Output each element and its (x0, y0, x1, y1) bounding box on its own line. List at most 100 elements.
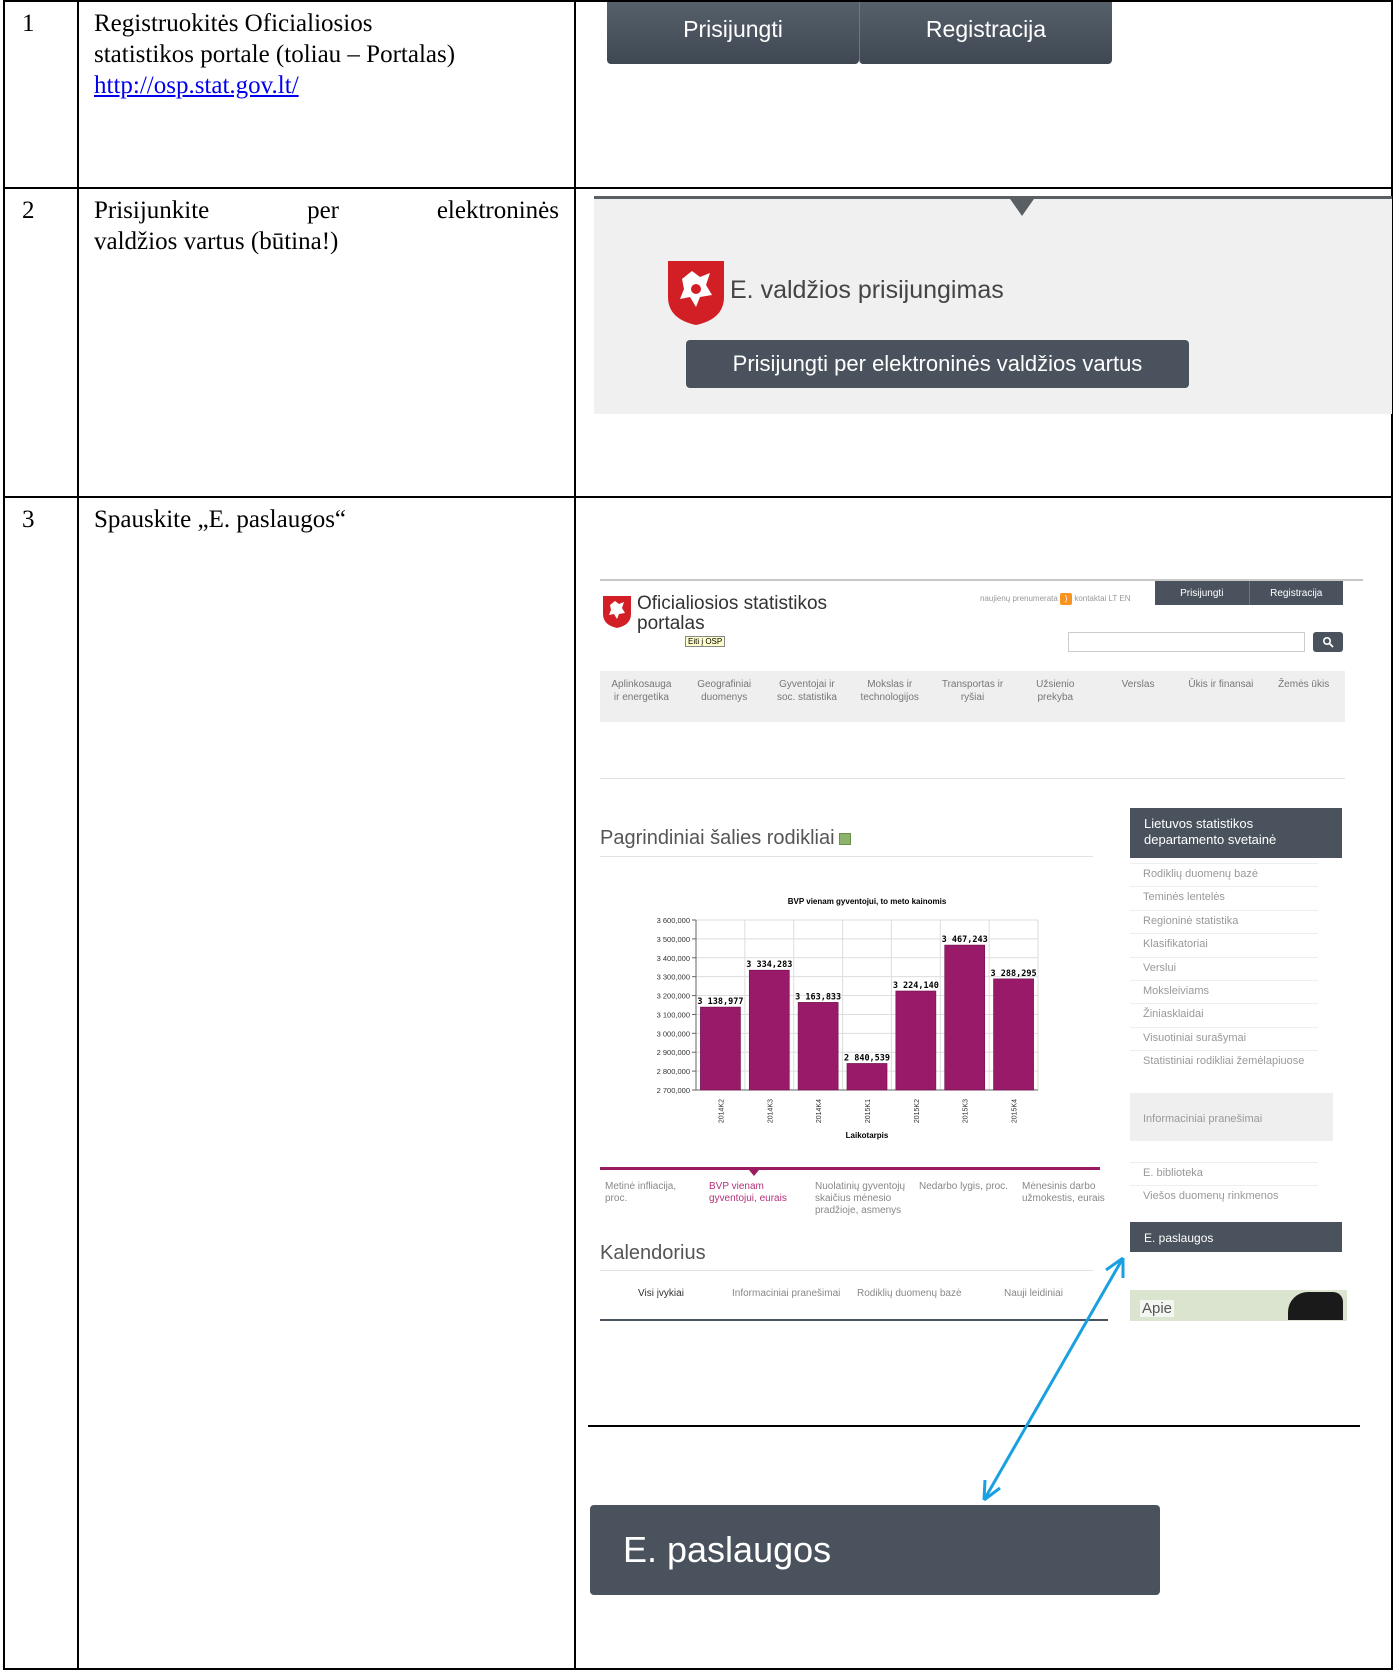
table-column-divider (77, 0, 79, 1670)
sidebar-item[interactable]: Rodiklių duomenų bazė (1143, 868, 1258, 880)
gdp-bar-chart: BVP vienam gyventojui, to meto kainomis 2… (657, 897, 1039, 1140)
nav-item[interactable]: Geografiniai duomenys (683, 671, 766, 722)
sidebar-item-releases[interactable]: Informaciniai pranešimai (1143, 1113, 1262, 1125)
e-services-button[interactable]: E. paslaugos (1130, 1222, 1342, 1252)
portal-link[interactable]: http://osp.stat.gov.lt/ (94, 72, 299, 99)
x-tick-label: 2015K4 (1012, 1099, 1019, 1123)
bar (700, 1006, 741, 1091)
bar (895, 990, 937, 1091)
rss-icon[interactable]: ) (1060, 593, 1073, 605)
y-tick-label: 3 300,000 (657, 973, 690, 982)
step-description: Spauskite „E. paslaugos“ (94, 506, 347, 533)
tab-gdp[interactable]: BVP vienam gyventojui, eurais (709, 1181, 787, 1205)
login-button[interactable]: Prisijungti (1155, 581, 1249, 605)
tabs-underline (600, 1167, 1100, 1170)
sidebar-item[interactable]: Regioninė statistika (1143, 915, 1238, 927)
tab-population[interactable]: Nuolatinių gyventojų skaičius mėnesio prad… (815, 1181, 905, 1217)
portal-title[interactable]: Oficialiosios statistikos portalas (637, 594, 827, 634)
divider (1130, 933, 1318, 935)
x-tick-label: 2014K3 (767, 1099, 774, 1123)
y-tick-label: 3 000,000 (657, 1029, 690, 1038)
divider (600, 1270, 1093, 1271)
search-icon (1322, 636, 1334, 648)
login-button[interactable]: Prisijungti (607, 2, 859, 64)
portal-auth-buttons: Prisijungti Registracija (1155, 581, 1343, 605)
register-button[interactable]: Registracija (859, 2, 1112, 64)
nav-item[interactable]: Gyventojai ir soc. statistika (766, 671, 849, 722)
nav-item[interactable]: Verslas (1097, 671, 1180, 722)
table-border-left (3, 0, 5, 1670)
separator-line (588, 1425, 1360, 1427)
x-tick-label: 2015K1 (865, 1099, 872, 1123)
data-label: 2 840,539 (844, 1053, 890, 1063)
divider (1130, 863, 1318, 864)
nav-item[interactable]: Transportas ir ryšiai (931, 671, 1014, 722)
y-tick-label: 2 800,000 (657, 1067, 690, 1076)
sidebar-item[interactable]: Klasifikatoriai (1143, 938, 1208, 950)
chart-title: BVP vienam gyventojui, to meto kainomis (788, 897, 947, 906)
nav-item[interactable]: Mokslas ir technologijos (848, 671, 931, 722)
bar (797, 1002, 839, 1091)
calendar-tab-releases[interactable]: Informaciniai pranešimai (732, 1288, 840, 1299)
sidebar-item[interactable]: Žiniasklaidai (1143, 1008, 1204, 1020)
table-row-divider (3, 187, 1393, 189)
sidebar-item[interactable]: Teminės lentelės (1143, 891, 1225, 903)
portal-title-line: portalas (637, 613, 705, 634)
x-tick-label: 2014K2 (718, 1099, 725, 1123)
y-tick-label: 3 400,000 (657, 954, 690, 963)
calendar-tab-publications[interactable]: Nauji leidiniai (1004, 1288, 1063, 1299)
register-button[interactable]: Registracija (1248, 581, 1343, 605)
tab-unemployment[interactable]: Nedarbo lygis, proc. (919, 1181, 1008, 1193)
auth-buttons: Prisijungti Registracija (607, 2, 1112, 64)
calendar-tab-database[interactable]: Rodiklių duomenų bazė (857, 1288, 962, 1299)
y-tick-label: 3 600,000 (657, 916, 690, 925)
sidebar-item[interactable]: Visuotiniai surašymai (1143, 1032, 1246, 1044)
e-gov-login-title: E. valdžios prisijungimas (730, 276, 1004, 304)
step-text-line: valdžios vartus (būtina!) (94, 228, 339, 255)
e-gov-login-button[interactable]: Prisijungti per elektroninės valdžios va… (686, 340, 1189, 388)
nav-item[interactable]: Užsienio prekyba (1014, 671, 1097, 722)
divider (600, 778, 1345, 779)
header-links: naujienų prenumerata ) kontaktai LT EN (980, 593, 1131, 605)
table-row-divider (3, 496, 1393, 498)
y-tick-label: 3 100,000 (657, 1010, 690, 1019)
nav-item[interactable]: Ūkis ir finansai (1179, 671, 1262, 722)
calendar-tab-all[interactable]: Visi įvykiai (638, 1288, 684, 1299)
contacts-lang-links[interactable]: kontaktai LT EN (1074, 594, 1130, 603)
export-icon[interactable] (838, 832, 851, 845)
table-column-divider (574, 0, 576, 1670)
row-number: 2 (22, 197, 35, 224)
sidebar-header-line: Lietuvos statistikos (1144, 816, 1254, 831)
sidebar-header[interactable]: Lietuvos statistikos departamento svetai… (1130, 808, 1342, 858)
sidebar-item[interactable]: Statistiniai rodikliai žemėlapiuose (1143, 1055, 1304, 1067)
map-label: Apie (1140, 1300, 1175, 1317)
x-tick-label: 2015K2 (914, 1099, 921, 1123)
calendar-heading: Kalendorius (600, 1242, 706, 1264)
x-tick-label: 2015K3 (963, 1099, 970, 1123)
bar (944, 944, 986, 1091)
search-button[interactable] (1313, 632, 1343, 652)
search-input[interactable] (1068, 632, 1305, 652)
sidebar-item-open-data[interactable]: Viešos duomenų rinkmenos (1143, 1190, 1279, 1202)
e-services-button-zoomed[interactable]: E. paslaugos (590, 1505, 1160, 1595)
tab-wages[interactable]: Mėnesinis darbo užmokestis, eurais (1022, 1181, 1105, 1205)
nav-item[interactable]: Žemės ūkis (1262, 671, 1345, 722)
sidebar-header-line: departamento svetainė (1144, 832, 1277, 847)
sidebar-item[interactable]: Verslui (1143, 962, 1176, 974)
step-text-line: statistikos portale (toliau – Portalas) (94, 41, 456, 68)
sidebar-item[interactable]: Moksleiviams (1143, 985, 1209, 997)
divider (600, 856, 1093, 857)
y-tick-label: 3 500,000 (657, 935, 690, 944)
nav-item[interactable]: Aplinkosauga ir energetika (600, 671, 683, 722)
data-label: 3 467,243 (942, 935, 988, 945)
divider (1130, 1162, 1318, 1163)
tab-inflation[interactable]: Metinė infliacija, proc. (605, 1181, 676, 1205)
x-axis-label: Laikotarpis (846, 1131, 889, 1140)
active-tab-pointer (749, 1170, 759, 1176)
coat-of-arms-icon (603, 596, 631, 628)
step-description: Prisijunkite per elektroninės valdžios v… (94, 195, 559, 257)
sidebar-item-library[interactable]: E. biblioteka (1143, 1167, 1203, 1179)
map-shape (1288, 1292, 1343, 1320)
subscribe-link[interactable]: naujienų prenumerata (980, 594, 1058, 603)
tooltip: Eiti į OSP (685, 636, 726, 647)
